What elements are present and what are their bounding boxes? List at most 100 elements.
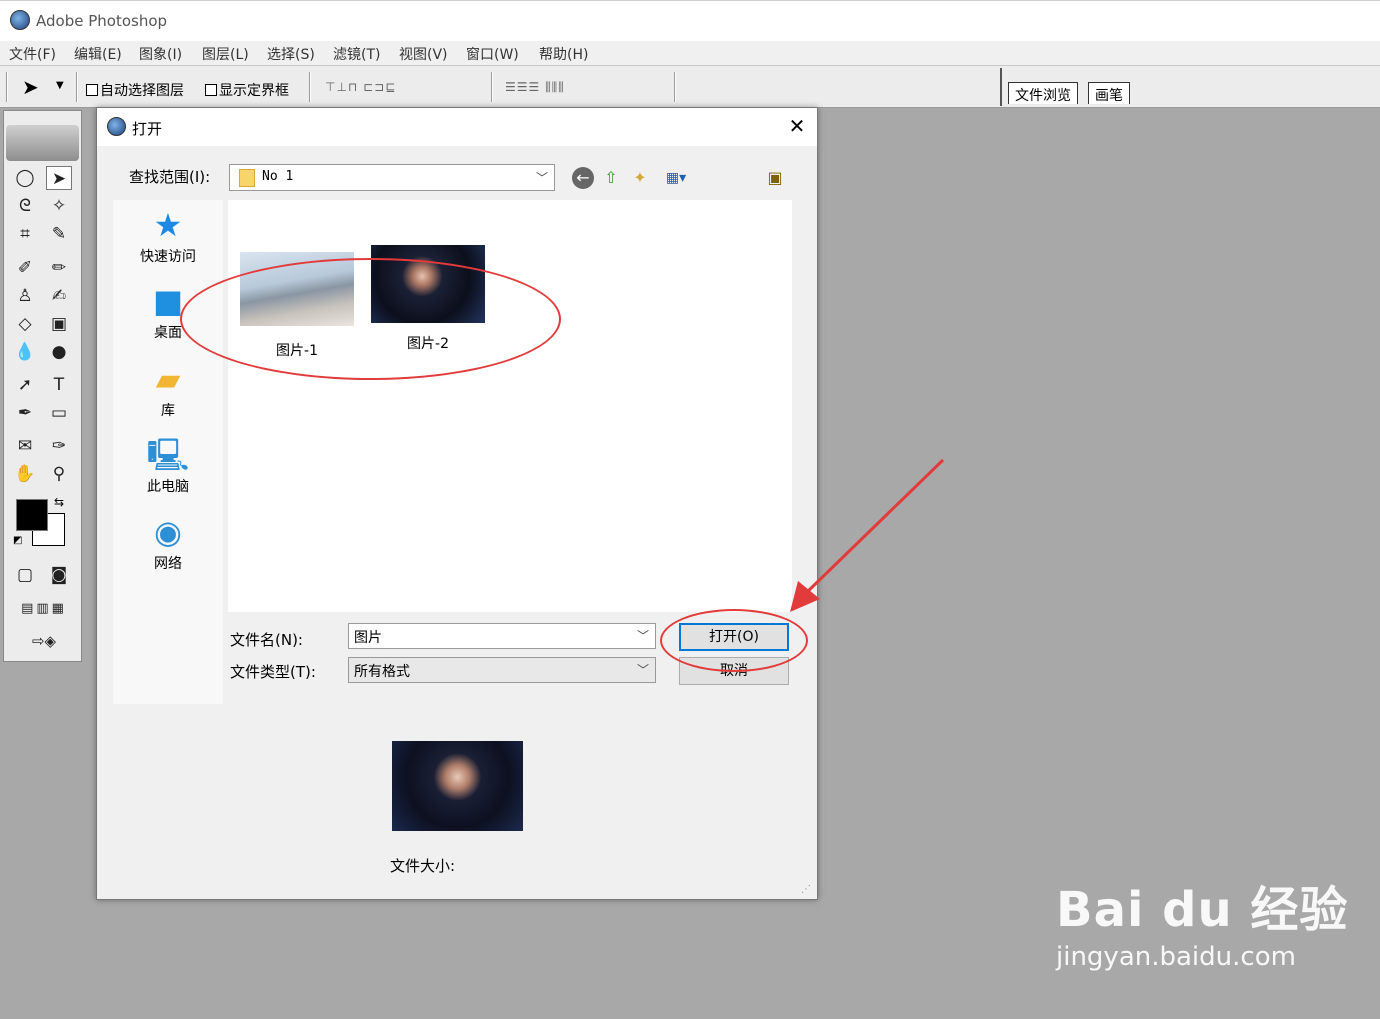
menu-select[interactable]: 选择(S) — [267, 44, 315, 64]
menu-filter[interactable]: 滤镜(T) — [333, 44, 380, 64]
up-folder-icon[interactable]: ⇧ — [600, 167, 622, 189]
filetype-dropdown[interactable]: 所有格式 ﹀ — [348, 657, 656, 683]
preview-image — [392, 741, 523, 831]
watermark-brand: Bai du 经验 — [1056, 882, 1349, 938]
network-icon: ◉ — [154, 513, 182, 551]
elliptical-marquee-tool-icon[interactable]: ◯ — [12, 166, 38, 190]
palette-well: 文件浏览 画笔 — [1000, 68, 1380, 106]
notes-tool-icon[interactable]: ✉ — [12, 434, 38, 458]
checkbox-icon — [86, 84, 98, 96]
magic-wand-tool-icon[interactable]: ✧ — [46, 194, 72, 218]
baidu-jingyan-watermark: Bai du 经验 jingyan.baidu.com — [1056, 870, 1356, 1000]
eraser-tool-icon[interactable]: ◇ — [12, 312, 38, 336]
look-in-dropdown[interactable]: No 1 ﹀ — [229, 164, 555, 191]
gradient-tool-icon[interactable]: ▣ — [46, 312, 72, 336]
menu-window[interactable]: 窗口(W) — [466, 44, 519, 64]
zoom-tool-icon[interactable]: ⚲ — [46, 462, 72, 486]
look-in-label: 查找范围(I): — [129, 168, 211, 186]
options-separator — [76, 72, 78, 102]
place-libraries[interactable]: ▰ 库 — [113, 360, 223, 420]
open-file-dialog: 打开 ✕ 查找范围(I): No 1 ﹀ ← ⇧ ✦ ▦▾ ▣ ★ 快速访问 ■… — [96, 107, 818, 900]
align-buttons-group-icon[interactable]: ⊤⊥⊓ ⊏⊐⊑ — [325, 80, 396, 94]
clone-stamp-tool-icon[interactable]: ♙ — [12, 284, 38, 308]
filename-input[interactable]: 图片 ﹀ — [348, 623, 656, 649]
menu-help[interactable]: 帮助(H) — [539, 44, 588, 64]
back-arrow-icon[interactable]: ← — [572, 167, 594, 189]
auto-select-layer-checkbox[interactable]: 自动选择图层 — [86, 80, 184, 100]
place-label: 此电脑 — [147, 479, 189, 495]
library-folder-icon: ▰ — [155, 360, 181, 398]
foreground-color-swatch[interactable] — [16, 499, 48, 531]
place-this-pc[interactable]: 🖳 此电脑 — [113, 436, 223, 496]
show-bounding-box-checkbox[interactable]: 显示定界框 — [205, 80, 289, 100]
lasso-tool-icon[interactable]: ᘓ — [12, 194, 38, 218]
tool-preset-dropdown-icon[interactable]: ▼ — [56, 80, 64, 91]
eyedropper-tool-icon[interactable]: ✑ — [46, 434, 72, 458]
place-label: 网络 — [154, 556, 182, 572]
chevron-down-icon: ﹀ — [636, 663, 649, 677]
toolbox-panel: ◯ ➤ ᘓ ✧ ⌗ ✎ ✐ ✏ ♙ ✍ ◇ ▣ 💧 ● ➚ T ✒ ▭ ✉ ✑ … — [3, 110, 82, 662]
dialog-title: 打开 — [132, 120, 163, 138]
options-separator — [491, 72, 493, 102]
menu-view[interactable]: 视图(V) — [399, 44, 448, 64]
filename-label: 文件名(N): — [230, 631, 303, 649]
file-size-label: 文件大小: — [390, 857, 456, 875]
place-network[interactable]: ◉ 网络 — [113, 513, 223, 573]
chevron-down-icon: ﹀ — [535, 171, 548, 185]
jump-to-imageready-icon[interactable]: ⇨◈ — [8, 629, 80, 653]
slice-tool-icon[interactable]: ✎ — [46, 222, 72, 246]
menu-edit[interactable]: 编辑(E) — [74, 44, 122, 64]
move-tool-icon[interactable]: ➤ — [46, 166, 72, 190]
menu-bar: 文件(F) 编辑(E) 图象(I) 图层(L) 选择(S) 滤镜(T) 视图(V… — [0, 41, 1380, 66]
distribute-buttons-group-icon[interactable]: ☰☰☰ ⫼⫼⫼ — [505, 80, 565, 94]
place-quick-access[interactable]: ★ 快速访问 — [113, 206, 223, 266]
photoshop-logo-icon — [107, 117, 126, 136]
options-separator — [674, 72, 676, 102]
annotation-arrow-icon — [790, 458, 945, 612]
move-tool-icon[interactable]: ➤ — [22, 75, 39, 99]
menu-layer[interactable]: 图层(L) — [202, 44, 249, 64]
filename-value: 图片 — [354, 630, 382, 646]
tab-brushes[interactable]: 画笔 — [1088, 82, 1130, 104]
swap-colors-icon[interactable]: ⇆ — [54, 495, 64, 509]
app-title-bar: Adobe Photoshop — [0, 0, 1380, 41]
resize-grip-icon[interactable]: ⋰ — [801, 884, 811, 895]
menu-image[interactable]: 图象(I) — [139, 44, 182, 64]
standard-mode-icon[interactable]: ▢ — [12, 563, 38, 587]
watermark-url: jingyan.baidu.com — [1056, 942, 1296, 972]
tab-file-browser[interactable]: 文件浏览 — [1008, 82, 1078, 104]
blur-tool-icon[interactable]: 💧 — [12, 340, 38, 364]
place-label: 快速访问 — [140, 249, 196, 265]
filetype-value: 所有格式 — [354, 664, 410, 680]
crop-tool-icon[interactable]: ⌗ — [12, 222, 38, 246]
rectangle-tool-icon[interactable]: ▭ — [46, 401, 72, 425]
options-separator — [309, 72, 311, 102]
app-title: Adobe Photoshop — [36, 12, 168, 30]
toolbox-header-logo — [6, 125, 79, 161]
look-in-value: No 1 — [262, 169, 294, 184]
annotation-ellipse-files — [180, 258, 561, 380]
healing-brush-tool-icon[interactable]: ✐ — [12, 256, 38, 280]
screen-mode-icons[interactable]: ▤▥▦ — [8, 597, 80, 621]
dodge-tool-icon[interactable]: ● — [46, 340, 72, 364]
new-folder-icon[interactable]: ✦ — [629, 167, 651, 189]
places-bar: ★ 快速访问 ■ 桌面 ▰ 库 🖳 此电脑 ◉ 网络 — [113, 200, 223, 704]
hand-tool-icon[interactable]: ✋ — [12, 462, 38, 486]
photoshop-logo-icon — [10, 10, 30, 30]
dialog-title-bar: 打开 ✕ — [97, 108, 817, 146]
chevron-down-icon[interactable]: ﹀ — [637, 627, 649, 644]
default-colors-icon[interactable]: ◩ — [13, 535, 22, 546]
type-tool-icon[interactable]: T — [46, 373, 72, 397]
view-menu-icon[interactable]: ▦▾ — [659, 167, 693, 189]
brush-tool-icon[interactable]: ✏ — [46, 256, 72, 280]
quick-mask-mode-icon[interactable]: ◙ — [46, 563, 72, 587]
place-label: 库 — [161, 403, 175, 419]
path-selection-tool-icon[interactable]: ➚ — [12, 373, 38, 397]
close-icon[interactable]: ✕ — [785, 114, 809, 138]
filetype-label: 文件类型(T): — [230, 663, 316, 681]
checkbox-icon — [205, 84, 217, 96]
pen-tool-icon[interactable]: ✒ — [12, 401, 38, 425]
history-brush-tool-icon[interactable]: ✍ — [46, 284, 72, 308]
menu-file[interactable]: 文件(F) — [9, 44, 56, 64]
favorite-folder-icon[interactable]: ▣ — [764, 167, 786, 189]
